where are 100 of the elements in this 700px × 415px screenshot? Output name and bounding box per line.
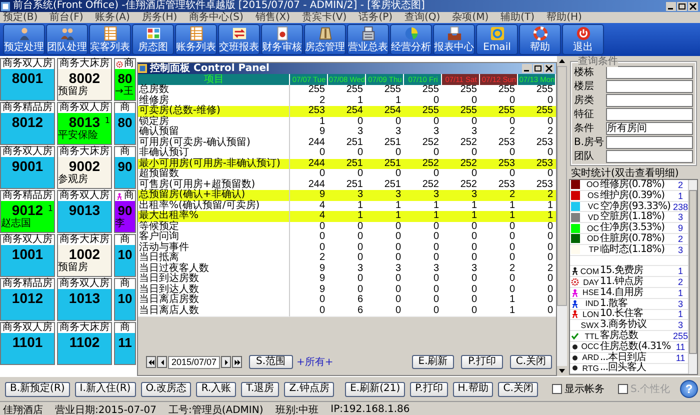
action-button[interactable]: I.新入住(R) — [74, 382, 136, 396]
status-label: 客房总数 — [600, 331, 638, 342]
toolbar-button[interactable]: 营业总表 — [347, 24, 389, 55]
action-button[interactable]: H.帮助 — [452, 382, 494, 396]
room-tile[interactable]: 商 80 →王 — [114, 58, 136, 101]
toolbar-button[interactable]: 宾客列表 — [89, 24, 131, 55]
checkbox-box[interactable] — [552, 384, 562, 394]
checkbox[interactable]: 显示帐务 — [552, 382, 604, 396]
room-tile[interactable]: 商 10 — [114, 278, 136, 321]
action-button[interactable]: B.新预定(R) — [5, 382, 70, 396]
toolbar-button[interactable]: 经营分析 — [390, 24, 432, 55]
input-field[interactable] — [606, 108, 693, 120]
room-tile[interactable]: 商务精品房 8012 — [0, 102, 55, 145]
minimize-button[interactable] — [666, 2, 676, 10]
status-label: 临时态(1.18%) — [600, 244, 666, 255]
room-tile[interactable]: 商务大床房 1102 — [57, 322, 112, 365]
toolbar-button[interactable]: 财务审核 — [261, 24, 303, 55]
toolbar-button[interactable]: Email — [476, 24, 518, 55]
room-tile[interactable]: 商务双人房 1101 — [0, 322, 55, 365]
toolbar-button[interactable]: 交班报表 — [218, 24, 260, 55]
previous-button[interactable] — [157, 356, 167, 368]
action-button[interactable]: P.打印 — [410, 382, 448, 396]
toolbar-button[interactable]: 团队处理 — [46, 24, 88, 55]
toolbar-button[interactable]: 房态管理 — [304, 24, 346, 55]
gear-icon — [571, 278, 579, 286]
range-button[interactable]: S.范围 — [249, 355, 293, 369]
minimize-button[interactable] — [522, 64, 532, 73]
restore-button[interactable] — [677, 2, 687, 10]
field-label: 楼层 — [574, 80, 595, 93]
toolbar-button[interactable]: 账务列表 — [175, 24, 217, 55]
room-tile[interactable]: 商务双人房 9013 — [57, 190, 112, 233]
menu-item[interactable]: 商务中心(S) — [189, 12, 244, 23]
menu-item[interactable]: 杂项(M) — [452, 12, 489, 23]
all-link[interactable]: +所有+ — [296, 355, 334, 369]
input-field[interactable] — [606, 66, 693, 78]
scrollbar[interactable] — [557, 56, 567, 376]
toolbar-button[interactable]: 房态图 — [132, 24, 174, 55]
menu-item[interactable]: 贵宾卡(V) — [302, 12, 347, 23]
scrollbar[interactable] — [688, 180, 697, 374]
close-button[interactable] — [688, 2, 698, 10]
menu-item[interactable]: 辅助(T) — [500, 12, 535, 23]
menu-item[interactable]: 预定(B) — [3, 12, 38, 23]
toolbar-button[interactable]: 预定处理 — [3, 24, 45, 55]
toolbar-button[interactable]: 退出 — [562, 24, 604, 55]
input-field[interactable]: 所有房间 — [606, 122, 693, 134]
action-button[interactable]: C.关闭 — [498, 382, 538, 396]
action-button[interactable]: E.刷新(21) — [345, 382, 406, 396]
menu-item[interactable]: 账务(A) — [95, 12, 130, 23]
input-field[interactable] — [606, 150, 693, 162]
status-count: 9 — [676, 223, 684, 234]
room-tile[interactable]: 商务双人房 8001 — [0, 58, 55, 101]
room-tile[interactable]: 商务精品房 9012 1 赵志国 — [0, 190, 55, 233]
room-tile[interactable]: 商 11 — [114, 322, 136, 365]
room-number: 9002 — [68, 159, 100, 174]
toolbar-button[interactable]: 报表中心 — [433, 24, 475, 55]
maximize-button[interactable] — [533, 64, 543, 73]
next-button[interactable] — [221, 356, 231, 368]
first-button[interactable] — [146, 356, 156, 368]
room-tile[interactable]: 商 10 — [114, 234, 136, 277]
room-tile[interactable]: 商务双人房 1001 — [0, 234, 55, 277]
menu-item[interactable]: 房务(H) — [142, 12, 178, 23]
action-button[interactable]: T.退房 — [241, 382, 280, 396]
date-field[interactable]: 2015/07/07 — [168, 356, 220, 368]
menu-item[interactable]: 查询(Q) — [404, 12, 440, 23]
panel-button[interactable]: C.关闭 — [510, 355, 552, 369]
action-button[interactable]: O.改房态 — [140, 382, 192, 396]
room-tile[interactable]: 商务双人房 1013 — [57, 278, 112, 321]
guest-name: 李 — [115, 218, 125, 229]
input-field[interactable] — [606, 80, 693, 92]
close-button[interactable] — [544, 64, 554, 73]
menu-item[interactable]: 销售(X) — [255, 12, 290, 23]
room-tile[interactable]: 商务大床房 9002 参观房 — [57, 146, 112, 189]
menu-item[interactable]: 前台(F) — [50, 12, 84, 23]
scroll-thumb[interactable] — [557, 66, 567, 306]
menu-item[interactable]: 帮助(H) — [546, 12, 582, 23]
status-text: IP:192.168.1.86 — [330, 404, 410, 415]
panel-button[interactable]: E.刷新 — [412, 355, 454, 369]
room-tile[interactable]: 商务双人房 9001 — [0, 146, 55, 189]
toolbar-button[interactable]: 帮助 — [519, 24, 561, 55]
table-cell: 0 — [366, 306, 404, 317]
room-tile[interactable]: 商务双人房 8013 1 平安保险 — [57, 102, 112, 145]
action-button[interactable]: R.入账 — [196, 382, 236, 396]
input-field[interactable] — [606, 94, 693, 106]
room-tile[interactable]: 商务精品房 1012 — [0, 278, 55, 321]
menu-item[interactable]: 话务(P) — [358, 12, 393, 23]
room-tile[interactable]: 商务大床房 1002 预留房 — [57, 234, 112, 277]
last-button[interactable] — [232, 356, 242, 368]
room-number: 9012 — [12, 203, 44, 218]
table-cell: 0 — [404, 306, 442, 317]
input-field[interactable] — [606, 136, 693, 148]
room-tile[interactable]: 商 90 李 — [114, 190, 136, 233]
room-number: 8013 — [68, 115, 100, 130]
action-button[interactable]: Z.钟点房 — [284, 382, 334, 396]
status-code: DAY — [582, 278, 600, 287]
panel-button[interactable]: P.打印 — [461, 355, 503, 369]
room-tile[interactable]: 商务大床房 8002 预留房 — [57, 58, 112, 101]
room-tile[interactable]: 商 90 — [114, 146, 136, 189]
scroll-up-icon[interactable] — [557, 56, 567, 66]
scroll-down-icon[interactable] — [557, 366, 567, 376]
room-tile[interactable]: 商 80 — [114, 102, 136, 145]
